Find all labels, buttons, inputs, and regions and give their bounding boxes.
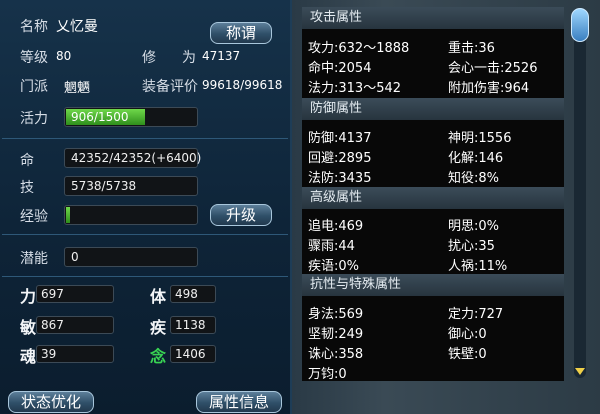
skill-value: 5738/5738 — [71, 179, 137, 193]
attr-row: 御心:0 — [448, 327, 487, 342]
divider — [2, 138, 288, 139]
sect-label: 门派 — [20, 79, 48, 95]
hp-box: 42352/42352(+6400) — [64, 148, 202, 168]
strength-label: 力 — [20, 287, 37, 306]
agility-value: 867 — [41, 318, 64, 332]
attr-row: 命中:2054 — [308, 61, 372, 76]
sect-value: 魍魉 — [64, 81, 91, 96]
section-header-defense: 防御属性 — [302, 98, 564, 120]
cultivation-label-2: 为 — [182, 50, 196, 66]
level-label: 等级 — [20, 50, 48, 66]
cultivation-label: 修 — [142, 50, 156, 66]
attr-row: 追电:469 — [308, 219, 364, 234]
scrollbar-thumb[interactable] — [571, 8, 589, 42]
attribute-detail-panel: 攻击属性 攻力:632～1888 重击:36 命中:2054 会心一击:2526… — [292, 0, 600, 414]
soul-box: 39 — [36, 345, 114, 363]
attr-row: 法力:313～542 — [308, 81, 402, 96]
title-button[interactable]: 称谓 — [210, 22, 272, 44]
attr-row: 疾语:0% — [308, 259, 360, 274]
mind-box: 1406 — [170, 345, 216, 363]
hp-label: 命 — [20, 153, 34, 169]
attr-row: 防御:4137 — [308, 131, 372, 146]
equip-rating-label: 装备评价 — [142, 79, 198, 95]
character-name: 乂忆曼 — [56, 19, 98, 35]
vitality-label: 活力 — [20, 111, 48, 127]
attr-row: 铁壁:0 — [448, 347, 487, 362]
section-header-resistance: 抗性与特殊属性 — [302, 274, 564, 296]
exp-bar — [64, 205, 198, 225]
vitality-bar: 906/1500 — [64, 107, 198, 127]
skill-label: 技 — [20, 180, 34, 196]
attribute-info-button[interactable]: 属性信息 — [196, 391, 282, 413]
attr-row: 会心一击:2526 — [448, 61, 538, 76]
skill-box: 5738/5738 — [64, 176, 198, 196]
section-header-advanced: 高级属性 — [302, 187, 564, 209]
soul-label: 魂 — [20, 347, 37, 366]
mind-label: 念 — [150, 347, 167, 366]
attr-row: 回避:2895 — [308, 151, 372, 166]
scroll-down-icon[interactable] — [575, 368, 585, 375]
attr-row: 神明:1556 — [448, 131, 512, 146]
attr-row: 化解:146 — [448, 151, 504, 166]
attr-row: 身法:569 — [308, 307, 364, 322]
exp-label: 经验 — [20, 209, 48, 225]
scrollbar-track[interactable] — [574, 8, 586, 378]
exp-fill — [66, 207, 70, 223]
attr-row: 明思:0% — [448, 219, 500, 234]
attr-row: 万钧:0 — [308, 367, 347, 381]
attr-row: 诛心:358 — [308, 347, 364, 362]
strength-value: 697 — [41, 287, 64, 301]
soul-value: 39 — [41, 347, 57, 361]
equip-rating-value: 99618/99618 — [202, 78, 283, 92]
attr-row: 附加伤害:964 — [448, 81, 530, 96]
agility-label: 敏 — [20, 318, 37, 337]
attr-row: 法防:3435 — [308, 171, 372, 186]
vitality-value: 906/1500 — [71, 110, 129, 124]
potential-value: 0 — [71, 250, 79, 264]
constitution-value: 498 — [175, 287, 198, 301]
speed-box: 1138 — [170, 316, 216, 334]
status-optimize-button[interactable]: 状态优化 — [8, 391, 94, 413]
attr-row: 骤雨:44 — [308, 239, 355, 254]
attr-row: 扰心:35 — [448, 239, 495, 254]
section-header-attack: 攻击属性 — [302, 7, 564, 29]
attr-row: 坚韧:249 — [308, 327, 364, 342]
cultivation-value: 47137 — [202, 49, 241, 63]
potential-label: 潜能 — [20, 251, 48, 267]
constitution-label: 体 — [150, 287, 167, 306]
level-value: 80 — [56, 49, 72, 63]
attr-row: 重击:36 — [448, 41, 495, 56]
constitution-box: 498 — [170, 285, 216, 303]
attribute-list[interactable]: 攻击属性 攻力:632～1888 重击:36 命中:2054 会心一击:2526… — [302, 7, 564, 381]
speed-value: 1138 — [175, 318, 206, 332]
character-status-panel: 名称 乂忆曼 称谓 等级 80 修 为 47137 门派 魍魉 装备评价 996… — [0, 0, 292, 414]
attr-row: 定力:727 — [448, 307, 504, 322]
speed-label: 疾 — [150, 318, 167, 337]
attr-row: 知役:8% — [448, 171, 500, 186]
agility-box: 867 — [36, 316, 114, 334]
name-label: 名称 — [20, 19, 48, 35]
divider — [2, 276, 288, 277]
attr-row: 攻力:632～1888 — [308, 41, 410, 56]
potential-box: 0 — [64, 247, 198, 267]
mind-value: 1406 — [175, 347, 206, 361]
divider — [2, 234, 288, 235]
hp-value: 42352/42352(+6400) — [71, 151, 202, 165]
attr-row: 人祸:11% — [448, 259, 508, 274]
upgrade-button[interactable]: 升级 — [210, 204, 272, 226]
strength-box: 697 — [36, 285, 114, 303]
